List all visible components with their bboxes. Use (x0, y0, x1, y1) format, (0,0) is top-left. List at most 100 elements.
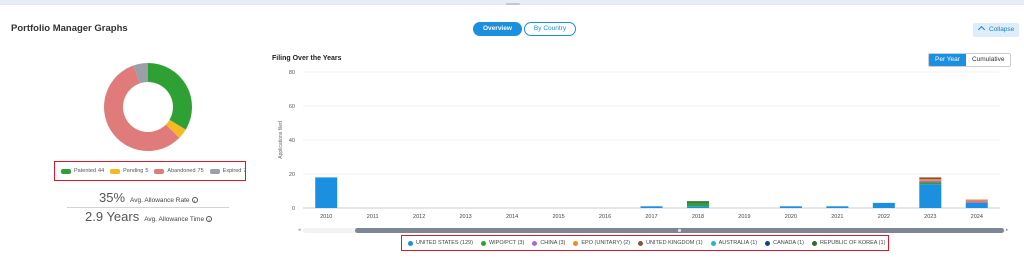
legend-dot (532, 240, 538, 246)
legend-label: CHINA (3) (540, 240, 566, 246)
bar-segment[interactable] (640, 206, 663, 208)
legend-item-united-states[interactable]: UNITED STATES (129) (408, 240, 473, 246)
x-tick-label: 2010 (320, 214, 332, 220)
y-axis-label: Applications filed (278, 121, 284, 159)
allowance-rate-stat: 35% Avg. Allowance Rate i (99, 190, 198, 205)
legend-label: Abandoned (167, 168, 196, 174)
legend-swatch (110, 168, 121, 174)
collapse-label: Collapse (989, 26, 1015, 33)
drag-handle[interactable] (506, 3, 520, 5)
bar-segment[interactable] (686, 206, 709, 208)
x-tick-label: 2016 (599, 214, 611, 220)
legend-item-china[interactable]: CHINA (3) (532, 240, 565, 246)
legend-dot (765, 240, 771, 246)
legend-label: Pending (123, 168, 144, 174)
bar-segment[interactable] (686, 201, 709, 203)
allowance-time-value: 2.9 Years (85, 209, 140, 224)
x-tick-label: 2012 (413, 214, 425, 220)
x-tick-label: 2022 (878, 214, 890, 220)
country-legend: UNITED STATES (129) WIPO/PCT (3) CHINA (… (401, 235, 889, 251)
y-tick-label: 60 (289, 104, 295, 110)
x-tick-label: 2023 (924, 214, 936, 220)
scroll-right-icon[interactable]: ▸ (1006, 228, 1009, 233)
legend-label: Patented (74, 168, 97, 174)
x-tick-label: 2015 (552, 214, 564, 220)
bar-segment[interactable] (965, 199, 988, 202)
status-donut-chart (104, 63, 192, 151)
y-tick-label: 0 (292, 206, 295, 212)
x-tick-label: 2021 (831, 214, 843, 220)
legend-item-australia[interactable]: AUSTRALIA (1) (710, 240, 758, 246)
allowance-rate-value: 35% (99, 190, 126, 205)
info-icon[interactable]: i (191, 197, 198, 203)
panel-title: Portfolio Manager Graphs (11, 23, 128, 34)
legend-dot (812, 240, 817, 246)
x-tick-label: 2018 (692, 214, 704, 220)
view-toggle: Overview By Country (473, 22, 577, 36)
x-tick-label: 2017 (645, 214, 657, 220)
legend-count: 44 (98, 168, 105, 174)
legend-count: 75 (197, 168, 204, 174)
bar-segment[interactable] (919, 180, 942, 183)
bar-segment[interactable] (779, 206, 802, 208)
legend-item-pending[interactable]: Pending 5 (110, 168, 148, 174)
x-tick-label: 2019 (738, 214, 750, 220)
legend-item-united-kingdom[interactable]: UNITED KINGDOM (1) (638, 240, 703, 246)
x-tick-label: 2011 (367, 214, 379, 220)
x-tick-label: 2013 (460, 214, 472, 220)
legend-count: 7 (243, 168, 247, 174)
legend-dot (408, 240, 413, 246)
y-tick-label: 20 (289, 172, 295, 178)
bar-segment[interactable] (315, 177, 338, 208)
tab-by-country[interactable]: By Country (523, 22, 577, 36)
bar-segment[interactable] (686, 202, 709, 207)
legend-item-republic-of-korea[interactable]: REPUBLIC OF KOREA (1) (812, 240, 885, 246)
collapse-button[interactable]: Collapse (973, 23, 1019, 37)
legend-item-expired[interactable]: Expired 7 (209, 168, 247, 174)
legend-label: AUSTRALIA (1) (718, 240, 758, 246)
scroll-grip-icon (678, 229, 681, 232)
tab-overview[interactable]: Overview (473, 22, 522, 36)
legend-dot (573, 240, 579, 246)
filing-chart-title: Filing Over the Years (272, 55, 342, 62)
legend-dot (480, 240, 486, 246)
legend-dot (638, 240, 644, 246)
donut-slice-patented[interactable] (148, 63, 192, 130)
legend-item-canada[interactable]: CANADA (1) (765, 240, 804, 246)
allowance-time-label: Avg. Allowance Time (144, 216, 205, 223)
legend-item-epo-unitary[interactable]: EPO (UNITARY) (2) (573, 240, 630, 246)
legend-label: WIPO/PCT (3) (488, 240, 525, 246)
legend-label: REPUBLIC OF KOREA (1) (820, 240, 886, 246)
legend-swatch (154, 168, 165, 174)
y-tick-label: 40 (289, 138, 295, 144)
bar-segment[interactable] (872, 202, 895, 208)
bar-segment[interactable] (919, 177, 942, 180)
x-tick-label: 2014 (506, 214, 518, 220)
legend-label: CANADA (1) (773, 240, 804, 246)
x-tick-label: 2020 (785, 214, 797, 220)
legend-dot (710, 240, 716, 246)
bar-segment[interactable] (965, 201, 988, 203)
chevron-up-icon (977, 25, 986, 34)
filing-bar-chart: 0 20 40 60 80 Applications filed 2010 2011 2012 2… (278, 70, 1000, 220)
allowance-time-stat: 2.9 Years Avg. Allowance Time i (85, 209, 213, 224)
legend-swatch (209, 168, 220, 174)
legend-label: Expired (222, 168, 242, 174)
status-legend: Patented 44 Pending 5 Abandoned 75 Expir… (54, 161, 246, 181)
bar-segment[interactable] (919, 179, 942, 181)
info-icon[interactable]: i (206, 216, 213, 222)
bar-segment[interactable] (965, 202, 988, 208)
bar-segment[interactable] (919, 182, 942, 185)
allowance-rate-label: Avg. Allowance Rate (130, 197, 190, 204)
bar-segment[interactable] (919, 184, 942, 208)
legend-label: EPO (UNITARY) (2) (581, 240, 631, 246)
scroll-left-icon[interactable]: ◂ (298, 228, 301, 233)
x-tick-label: 2024 (971, 214, 983, 220)
legend-swatch (61, 168, 71, 174)
legend-item-patented[interactable]: Patented 44 (61, 168, 104, 174)
legend-item-wipo-pct[interactable]: WIPO/PCT (3) (480, 240, 525, 246)
bar-segment[interactable] (826, 206, 849, 208)
y-tick-label: 80 (289, 70, 295, 76)
legend-count: 5 (145, 168, 149, 174)
legend-item-abandoned[interactable]: Abandoned 75 (154, 168, 204, 174)
